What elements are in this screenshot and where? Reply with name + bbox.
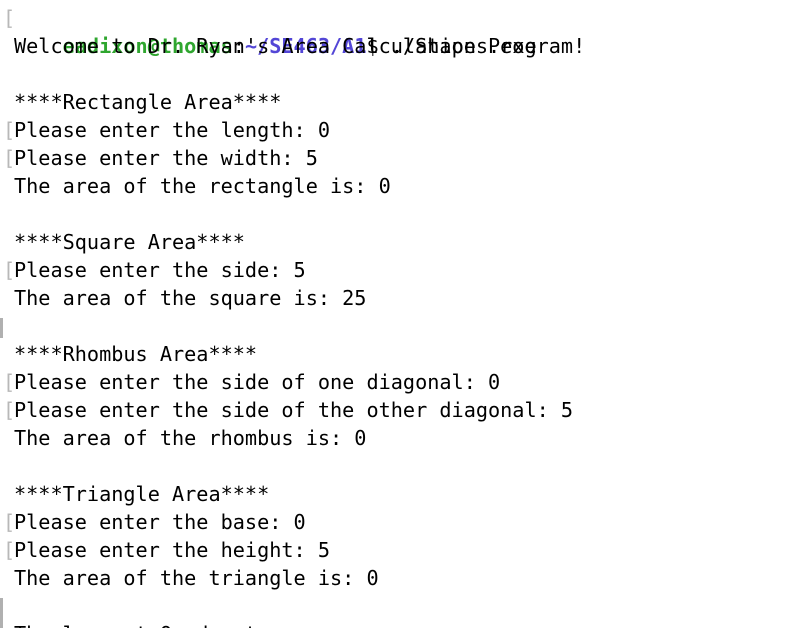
line-text: The area of the square is: 25 — [14, 286, 367, 310]
line-text: ****Triangle Area**** — [14, 482, 270, 506]
line-bracket: [ — [3, 146, 16, 170]
line-bracket: [ — [3, 6, 16, 30]
prompt-line: [eadixon@thomas:~/SE463/A1$ ./Shapes.exe — [0, 4, 802, 58]
line-text: Please enter the side: 5 — [14, 258, 306, 282]
terminal-output: Welcome to Dr. Ryan's Area Calculation P… — [0, 32, 802, 628]
line-bracket: [ — [3, 510, 16, 534]
line-text: Please enter the width: 5 — [14, 146, 318, 170]
input-prompt-line: [Please enter the side of one diagonal: … — [0, 368, 802, 396]
input-prompt-line: [Please enter the height: 5 — [0, 536, 802, 564]
line-text: Please enter the side of the other diago… — [14, 398, 574, 422]
line-text: Please enter the base: 0 — [14, 510, 306, 534]
line-text: Please enter the height: 5 — [14, 538, 331, 562]
line-text: ****Rectangle Area**** — [14, 90, 282, 114]
output-line: The area of the triangle is: 0 — [0, 564, 802, 592]
output-line: ****Rectangle Area**** — [0, 88, 802, 116]
line-text: The area of the rhombus is: 0 — [14, 426, 367, 450]
output-line: The largest Quadrant area... — [0, 620, 802, 628]
line-text: The largest Quadrant area... — [14, 622, 354, 628]
output-line: ****Square Area**** — [0, 228, 802, 256]
output-line: The area of the rhombus is: 0 — [0, 424, 802, 452]
line-text: The area of the rectangle is: 0 — [14, 174, 391, 198]
line-text: The area of the triangle is: 0 — [14, 566, 379, 590]
line-bracket: [ — [3, 370, 16, 394]
line-text: Please enter the side of one diagonal: 0 — [14, 370, 501, 394]
line-bracket: [ — [3, 118, 16, 142]
line-text: Please enter the length: 0 — [14, 118, 331, 142]
line-text: ****Square Area**** — [14, 230, 245, 254]
input-prompt-line: [Please enter the width: 5 — [0, 144, 802, 172]
line-bracket: [ — [3, 258, 16, 282]
output-line: Welcome to Dr. Ryan's Area Calculation P… — [0, 32, 802, 60]
input-prompt-line: [Please enter the side of the other diag… — [0, 396, 802, 424]
input-prompt-line: [Please enter the base: 0 — [0, 508, 802, 536]
line-text: Welcome to Dr. Ryan's Area Calculation P… — [14, 34, 586, 58]
line-bracket: [ — [3, 538, 16, 562]
output-line: ****Rhombus Area**** — [0, 340, 802, 368]
line-bracket: [ — [3, 398, 16, 422]
input-prompt-line: [Please enter the length: 0 — [0, 116, 802, 144]
output-line: The area of the square is: 25 — [0, 284, 802, 312]
output-line: The area of the rectangle is: 0 — [0, 172, 802, 200]
line-text: ****Rhombus Area**** — [14, 342, 258, 366]
output-line: ****Triangle Area**** — [0, 480, 802, 508]
terminal-window[interactable]: [eadixon@thomas:~/SE463/A1$ ./Shapes.exe… — [0, 0, 802, 628]
input-prompt-line: [Please enter the side: 5 — [0, 256, 802, 284]
